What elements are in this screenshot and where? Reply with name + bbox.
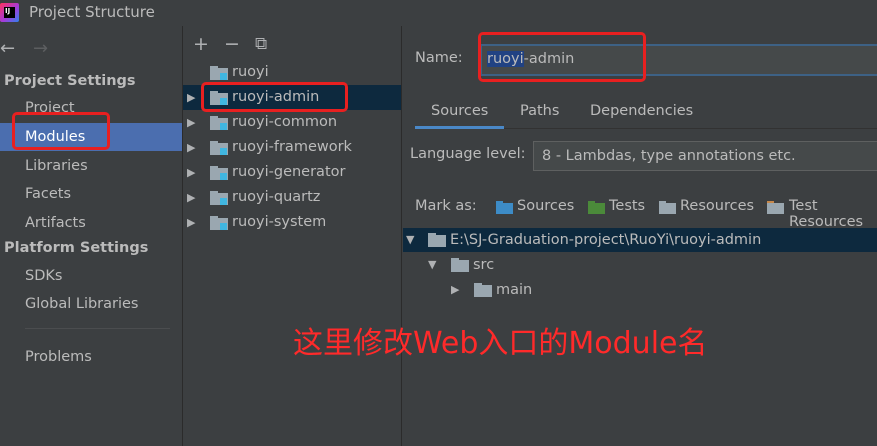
- mark-as-test-resources[interactable]: Test Resources: [789, 198, 877, 230]
- tree-row[interactable]: ▼ E:\SJ-Graduation-project\RuoYi\ruoyi-a…: [403, 228, 877, 252]
- highlight-box-name-field: [478, 32, 646, 82]
- tests-folder-icon: [588, 201, 605, 214]
- sidebar-item-artifacts[interactable]: Artifacts: [0, 209, 182, 237]
- expand-arrow-icon[interactable]: ▶: [187, 85, 195, 110]
- project-settings-header: Project Settings: [4, 73, 136, 89]
- settings-sidebar: ← → Project Settings Project Modules Lib…: [0, 26, 183, 446]
- mark-as-resources[interactable]: Resources: [680, 198, 754, 214]
- module-row[interactable]: ▶ ruoyi-generator: [183, 160, 401, 185]
- tree-row[interactable]: ▶ main: [403, 278, 877, 302]
- expand-arrow-icon[interactable]: ▶: [451, 278, 459, 302]
- intellij-app-icon: IJ: [0, 3, 19, 22]
- expand-arrow-icon[interactable]: ▶: [187, 110, 195, 135]
- module-folder-icon: [210, 116, 228, 130]
- sidebar-divider: [25, 328, 170, 329]
- sidebar-item-sdks[interactable]: SDKs: [0, 262, 182, 290]
- module-folder-icon: [210, 191, 228, 205]
- test-resources-folder-icon: [767, 201, 784, 214]
- module-row[interactable]: ▶ ruoyi-system: [183, 210, 401, 235]
- folder-icon: [451, 258, 469, 272]
- folder-icon: [474, 283, 492, 297]
- sidebar-item-libraries[interactable]: Libraries: [0, 152, 182, 180]
- platform-settings-header: Platform Settings: [4, 240, 149, 256]
- module-folder-icon: [210, 66, 228, 80]
- collapse-arrow-icon[interactable]: ▼: [428, 253, 436, 277]
- sidebar-item-facets[interactable]: Facets: [0, 180, 182, 208]
- language-level-label: Language level:: [410, 146, 526, 162]
- tab-paths[interactable]: Paths: [504, 96, 575, 129]
- expand-arrow-icon[interactable]: ▶: [187, 160, 195, 185]
- tab-sources[interactable]: Sources: [415, 96, 505, 129]
- remove-icon[interactable]: −: [224, 33, 240, 55]
- mark-as-label: Mark as:: [415, 198, 477, 214]
- sidebar-item-problems[interactable]: Problems: [0, 343, 182, 371]
- module-folder-icon: [210, 216, 228, 230]
- expand-arrow-icon[interactable]: ▶: [187, 185, 195, 210]
- module-details-pane: Name: ruoyi-admin Sources Paths Dependen…: [403, 26, 877, 446]
- annotation-text: 这里修改Web入口的Module名: [293, 326, 708, 361]
- highlight-box-ruoyi-admin: [201, 82, 348, 112]
- module-tabs: Sources Paths Dependencies: [415, 96, 877, 129]
- module-folder-icon: [210, 141, 228, 155]
- mark-as-tests[interactable]: Tests: [609, 198, 645, 214]
- tab-dependencies[interactable]: Dependencies: [574, 96, 709, 129]
- expand-arrow-icon[interactable]: ▶: [187, 135, 195, 160]
- copy-icon[interactable]: ⧉: [255, 33, 267, 55]
- resources-folder-icon: [659, 201, 676, 214]
- add-icon[interactable]: +: [193, 33, 209, 55]
- tree-row[interactable]: ▼ src: [403, 253, 877, 277]
- window-title: Project Structure: [29, 3, 155, 21]
- name-label: Name:: [415, 50, 463, 66]
- module-row[interactable]: ▶ ruoyi-framework: [183, 135, 401, 160]
- module-row[interactable]: ▶ ruoyi-quartz: [183, 185, 401, 210]
- folder-icon: [428, 233, 446, 247]
- expand-arrow-icon[interactable]: ▶: [187, 210, 195, 235]
- title-bar: IJ Project Structure: [0, 0, 877, 26]
- collapse-arrow-icon[interactable]: ▼: [406, 228, 414, 252]
- mark-as-sources[interactable]: Sources: [517, 198, 574, 214]
- sidebar-item-global-libraries[interactable]: Global Libraries: [0, 290, 182, 318]
- sources-folder-icon: [496, 201, 513, 214]
- forward-arrow-icon[interactable]: →: [33, 38, 48, 59]
- module-folder-icon: [210, 166, 228, 180]
- module-row[interactable]: ▶ ruoyi-common: [183, 110, 401, 135]
- language-level-select[interactable]: 8 - Lambdas, type annotations etc.: [533, 141, 877, 171]
- highlight-box-modules: [12, 112, 110, 150]
- back-arrow-icon[interactable]: ←: [0, 38, 15, 59]
